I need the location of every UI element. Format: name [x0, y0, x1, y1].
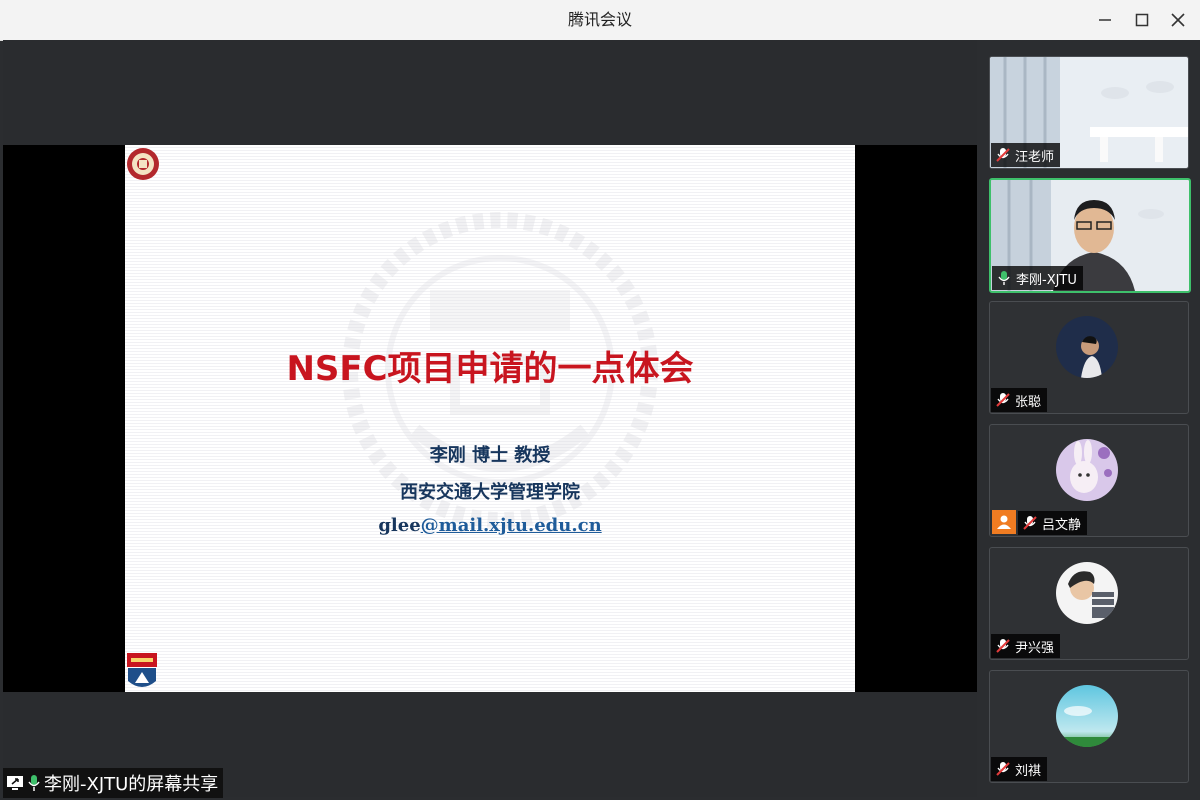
mic-muted-icon [995, 392, 1011, 408]
participant-tile[interactable]: 刘祺 [989, 670, 1189, 783]
avatar [1056, 685, 1118, 747]
participant-name: 吕文静 [1042, 517, 1082, 533]
participant-namebar: 吕文静 [1018, 511, 1088, 535]
participant-tile[interactable]: 吕文静 [989, 424, 1189, 537]
participant-tile[interactable]: 尹兴强 [989, 547, 1189, 660]
university-logo-icon [127, 148, 159, 180]
participant-name: 李刚-XJTU [1016, 272, 1077, 288]
avatar [1056, 562, 1118, 624]
slide-presenter: 李刚 博士 教授 [429, 445, 551, 466]
participant-name: 张聪 [1015, 394, 1042, 410]
close-icon [1171, 13, 1185, 27]
participant-namebar: 汪老师 [991, 143, 1061, 167]
minimize-button[interactable] [1093, 8, 1117, 32]
mic-muted-icon [995, 638, 1011, 654]
shared-screen-area[interactable]: NSFC项目申请的一点体会 李刚 博士 教授 西安交通大学管理学院 glee@m… [3, 40, 977, 797]
participant-sidebar[interactable]: 汪老师 李刚-XJTU 张聪 吕文静 尹兴强 刘祺 [977, 40, 1200, 800]
participant-name: 汪老师 [1015, 149, 1055, 165]
school-emblem-icon [127, 653, 157, 687]
email-username: glee [378, 515, 421, 536]
participant-name: 刘祺 [1015, 763, 1042, 779]
avatar [1056, 316, 1118, 378]
screen-share-viewport: NSFC项目申请的一点体会 李刚 博士 教授 西安交通大学管理学院 glee@m… [3, 145, 977, 692]
close-button[interactable] [1166, 8, 1190, 32]
maximize-button[interactable] [1130, 8, 1154, 32]
participant-tile[interactable]: 张聪 [989, 301, 1189, 414]
host-user-icon [992, 510, 1016, 534]
screen-share-owner: 李刚-XJTU的屏幕共享 [44, 774, 219, 795]
participant-namebar: 李刚-XJTU [992, 266, 1083, 290]
window-titlebar: 腾讯会议 [0, 0, 1200, 41]
screen-share-icon [7, 776, 23, 790]
mic-muted-icon [995, 761, 1011, 777]
slide-affiliation: 西安交通大学管理学院 [400, 482, 580, 503]
participant-tile-active-speaker[interactable]: 李刚-XJTU [989, 178, 1191, 293]
window-title: 腾讯会议 [567, 10, 632, 29]
participant-name: 尹兴强 [1015, 640, 1055, 656]
avatar [1056, 439, 1118, 501]
maximize-icon [1135, 13, 1149, 27]
minimize-icon [1099, 19, 1111, 21]
presentation-slide: NSFC项目申请的一点体会 李刚 博士 教授 西安交通大学管理学院 glee@m… [125, 145, 855, 692]
email-link[interactable]: @mail.xjtu.edu.cn [421, 515, 602, 536]
participant-namebar: 刘祺 [991, 757, 1048, 781]
mic-active-icon [996, 270, 1012, 286]
participant-namebar: 尹兴强 [991, 634, 1061, 658]
slide-email: glee@mail.xjtu.edu.cn [125, 515, 855, 536]
participant-namebar: 张聪 [991, 388, 1048, 412]
slide-title: NSFC项目申请的一点体会 [286, 349, 694, 389]
participant-tile[interactable]: 汪老师 [989, 56, 1189, 169]
mic-muted-icon [1022, 515, 1038, 531]
mic-active-icon [28, 775, 40, 791]
screen-share-label: 李刚-XJTU的屏幕共享 [3, 768, 224, 798]
mic-muted-icon [995, 147, 1011, 163]
